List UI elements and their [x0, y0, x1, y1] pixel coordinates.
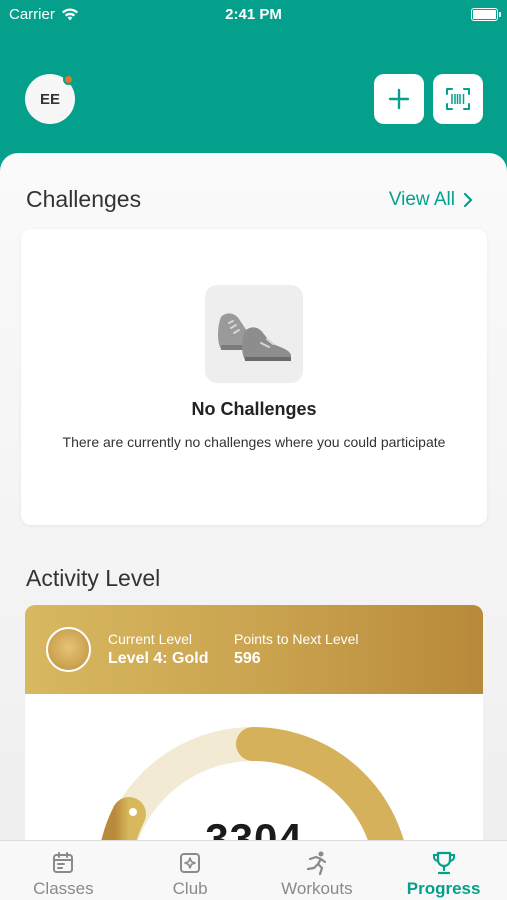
chevron-right-icon — [463, 192, 473, 208]
barcode-scan-icon — [446, 88, 470, 110]
status-bar: Carrier 2:41 PM — [0, 0, 507, 30]
calendar-icon — [53, 852, 74, 873]
tab-progress[interactable]: Progress — [380, 841, 507, 900]
tab-club[interactable]: Club — [127, 841, 254, 900]
tab-classes-label: Classes — [33, 879, 94, 898]
plus-icon — [388, 88, 410, 110]
empty-state-text: There are currently no challenges where … — [62, 434, 446, 450]
avatar[interactable]: EE — [25, 74, 75, 124]
trophy-icon — [432, 851, 455, 875]
battery-icon — [471, 8, 501, 21]
clock: 2:41 PM — [225, 6, 282, 23]
runner-icon — [306, 851, 326, 876]
current-level-label: Current Level — [108, 631, 193, 647]
avatar-initials: EE — [39, 90, 60, 108]
points-label: Points to Next Level — [234, 631, 359, 647]
challenges-empty-card: No Challenges There are currently no cha… — [21, 229, 487, 525]
shoes-icon — [205, 285, 303, 383]
notification-dot — [63, 74, 74, 85]
tab-classes[interactable]: Classes — [0, 841, 127, 900]
tab-bar: Classes Club Workouts Progress — [0, 840, 507, 900]
gold-medal-icon — [46, 627, 91, 672]
activity-level-card[interactable]: Current Level Level 4: Gold Points to Ne… — [25, 605, 483, 853]
level-header: Current Level Level 4: Gold Points to Ne… — [25, 605, 483, 694]
tab-club-label: Club — [172, 879, 208, 898]
tab-progress-label: Progress — [406, 879, 481, 898]
empty-state-title: No Challenges — [191, 399, 317, 419]
tab-workouts-label: Workouts — [281, 879, 353, 898]
challenges-title: Challenges — [26, 186, 142, 212]
points-value: 596 — [234, 650, 261, 667]
current-level-value: Level 4: Gold — [108, 650, 209, 667]
tab-workouts[interactable]: Workouts — [254, 841, 381, 900]
content-sheet: Challenges View All No Challenges There … — [0, 153, 507, 853]
points-to-next-level: Points to Next Level 596 — [234, 631, 359, 668]
add-button[interactable] — [374, 74, 424, 124]
view-all-label: View All — [388, 189, 455, 210]
view-all-link[interactable]: View All — [389, 189, 473, 211]
scan-barcode-button[interactable] — [433, 74, 483, 124]
current-level: Current Level Level 4: Gold — [108, 631, 208, 668]
club-icon — [180, 853, 201, 873]
activity-level-title: Activity Level — [26, 565, 161, 591]
